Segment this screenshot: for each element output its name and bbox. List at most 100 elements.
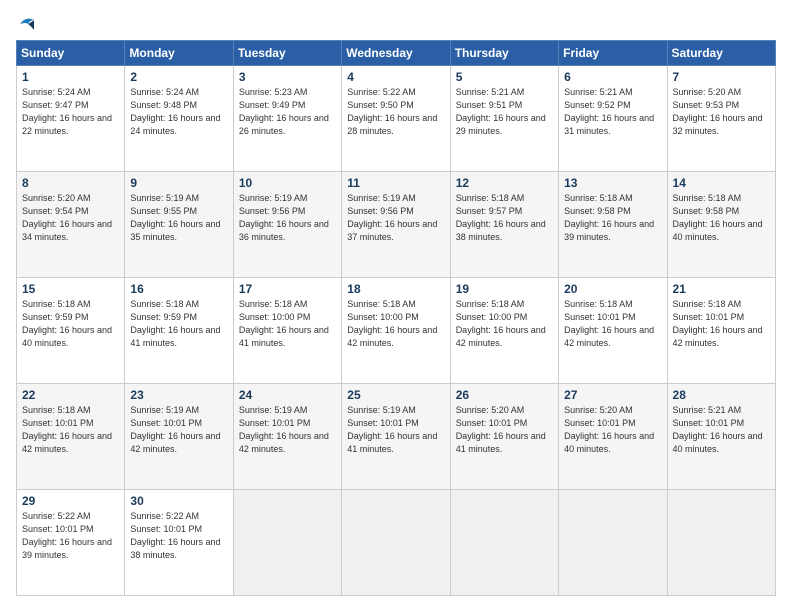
day-info: Sunrise: 5:19 AMSunset: 10:01 PMDaylight… <box>239 404 336 456</box>
calendar-week-row: 1 Sunrise: 5:24 AMSunset: 9:47 PMDayligh… <box>17 66 776 172</box>
calendar-day-cell: 21 Sunrise: 5:18 AMSunset: 10:01 PMDayli… <box>667 278 775 384</box>
calendar-table: SundayMondayTuesdayWednesdayThursdayFrid… <box>16 40 776 596</box>
day-info: Sunrise: 5:18 AMSunset: 10:01 PMDaylight… <box>564 298 661 350</box>
header <box>16 16 776 30</box>
day-number: 15 <box>22 282 119 296</box>
day-number: 6 <box>564 70 661 84</box>
calendar-day-cell: 28 Sunrise: 5:21 AMSunset: 10:01 PMDayli… <box>667 384 775 490</box>
calendar-day-cell <box>233 490 341 596</box>
calendar-week-row: 29 Sunrise: 5:22 AMSunset: 10:01 PMDayli… <box>17 490 776 596</box>
day-info: Sunrise: 5:18 AMSunset: 9:58 PMDaylight:… <box>673 192 770 244</box>
calendar-day-header: Friday <box>559 41 667 66</box>
day-number: 11 <box>347 176 444 190</box>
calendar-header-row: SundayMondayTuesdayWednesdayThursdayFrid… <box>17 41 776 66</box>
day-info: Sunrise: 5:18 AMSunset: 10:00 PMDaylight… <box>347 298 444 350</box>
calendar-day-cell: 13 Sunrise: 5:18 AMSunset: 9:58 PMDaylig… <box>559 172 667 278</box>
day-info: Sunrise: 5:22 AMSunset: 10:01 PMDaylight… <box>22 510 119 562</box>
day-number: 8 <box>22 176 119 190</box>
day-number: 21 <box>673 282 770 296</box>
day-number: 24 <box>239 388 336 402</box>
day-info: Sunrise: 5:24 AMSunset: 9:47 PMDaylight:… <box>22 86 119 138</box>
calendar-day-cell: 11 Sunrise: 5:19 AMSunset: 9:56 PMDaylig… <box>342 172 450 278</box>
calendar-day-cell: 23 Sunrise: 5:19 AMSunset: 10:01 PMDayli… <box>125 384 233 490</box>
day-info: Sunrise: 5:20 AMSunset: 10:01 PMDaylight… <box>564 404 661 456</box>
day-info: Sunrise: 5:18 AMSunset: 9:59 PMDaylight:… <box>130 298 227 350</box>
day-number: 26 <box>456 388 553 402</box>
calendar-week-row: 15 Sunrise: 5:18 AMSunset: 9:59 PMDaylig… <box>17 278 776 384</box>
calendar-day-cell: 12 Sunrise: 5:18 AMSunset: 9:57 PMDaylig… <box>450 172 558 278</box>
day-info: Sunrise: 5:19 AMSunset: 9:56 PMDaylight:… <box>347 192 444 244</box>
calendar-day-cell: 7 Sunrise: 5:20 AMSunset: 9:53 PMDayligh… <box>667 66 775 172</box>
logo-bird-icon <box>18 16 36 32</box>
day-info: Sunrise: 5:18 AMSunset: 10:01 PMDaylight… <box>22 404 119 456</box>
day-info: Sunrise: 5:20 AMSunset: 9:53 PMDaylight:… <box>673 86 770 138</box>
calendar-day-cell: 22 Sunrise: 5:18 AMSunset: 10:01 PMDayli… <box>17 384 125 490</box>
day-number: 7 <box>673 70 770 84</box>
day-info: Sunrise: 5:19 AMSunset: 10:01 PMDaylight… <box>130 404 227 456</box>
calendar-day-cell: 8 Sunrise: 5:20 AMSunset: 9:54 PMDayligh… <box>17 172 125 278</box>
day-number: 12 <box>456 176 553 190</box>
calendar-day-cell: 2 Sunrise: 5:24 AMSunset: 9:48 PMDayligh… <box>125 66 233 172</box>
page: SundayMondayTuesdayWednesdayThursdayFrid… <box>0 0 792 612</box>
day-number: 25 <box>347 388 444 402</box>
day-info: Sunrise: 5:21 AMSunset: 9:52 PMDaylight:… <box>564 86 661 138</box>
day-number: 29 <box>22 494 119 508</box>
calendar-day-cell <box>559 490 667 596</box>
day-number: 17 <box>239 282 336 296</box>
day-info: Sunrise: 5:21 AMSunset: 9:51 PMDaylight:… <box>456 86 553 138</box>
day-info: Sunrise: 5:18 AMSunset: 10:01 PMDaylight… <box>673 298 770 350</box>
calendar-day-cell: 24 Sunrise: 5:19 AMSunset: 10:01 PMDayli… <box>233 384 341 490</box>
day-number: 23 <box>130 388 227 402</box>
day-number: 9 <box>130 176 227 190</box>
calendar-day-cell <box>667 490 775 596</box>
day-info: Sunrise: 5:18 AMSunset: 10:00 PMDaylight… <box>456 298 553 350</box>
calendar-day-cell: 3 Sunrise: 5:23 AMSunset: 9:49 PMDayligh… <box>233 66 341 172</box>
day-info: Sunrise: 5:24 AMSunset: 9:48 PMDaylight:… <box>130 86 227 138</box>
calendar-day-cell: 6 Sunrise: 5:21 AMSunset: 9:52 PMDayligh… <box>559 66 667 172</box>
day-info: Sunrise: 5:18 AMSunset: 9:59 PMDaylight:… <box>22 298 119 350</box>
calendar-day-cell: 30 Sunrise: 5:22 AMSunset: 10:01 PMDayli… <box>125 490 233 596</box>
day-number: 30 <box>130 494 227 508</box>
day-number: 19 <box>456 282 553 296</box>
day-info: Sunrise: 5:23 AMSunset: 9:49 PMDaylight:… <box>239 86 336 138</box>
day-number: 2 <box>130 70 227 84</box>
day-info: Sunrise: 5:22 AMSunset: 9:50 PMDaylight:… <box>347 86 444 138</box>
calendar-day-header: Thursday <box>450 41 558 66</box>
calendar-day-cell: 17 Sunrise: 5:18 AMSunset: 10:00 PMDayli… <box>233 278 341 384</box>
day-number: 14 <box>673 176 770 190</box>
calendar-day-cell: 27 Sunrise: 5:20 AMSunset: 10:01 PMDayli… <box>559 384 667 490</box>
day-info: Sunrise: 5:18 AMSunset: 9:57 PMDaylight:… <box>456 192 553 244</box>
calendar-day-header: Saturday <box>667 41 775 66</box>
day-info: Sunrise: 5:18 AMSunset: 9:58 PMDaylight:… <box>564 192 661 244</box>
day-number: 16 <box>130 282 227 296</box>
day-number: 1 <box>22 70 119 84</box>
day-info: Sunrise: 5:19 AMSunset: 10:01 PMDaylight… <box>347 404 444 456</box>
calendar-day-cell: 29 Sunrise: 5:22 AMSunset: 10:01 PMDayli… <box>17 490 125 596</box>
calendar-week-row: 22 Sunrise: 5:18 AMSunset: 10:01 PMDayli… <box>17 384 776 490</box>
calendar-day-header: Wednesday <box>342 41 450 66</box>
calendar-day-header: Tuesday <box>233 41 341 66</box>
calendar-day-cell <box>342 490 450 596</box>
calendar-day-cell: 19 Sunrise: 5:18 AMSunset: 10:00 PMDayli… <box>450 278 558 384</box>
calendar-week-row: 8 Sunrise: 5:20 AMSunset: 9:54 PMDayligh… <box>17 172 776 278</box>
calendar-day-cell: 9 Sunrise: 5:19 AMSunset: 9:55 PMDayligh… <box>125 172 233 278</box>
calendar-day-cell: 15 Sunrise: 5:18 AMSunset: 9:59 PMDaylig… <box>17 278 125 384</box>
calendar-day-cell: 18 Sunrise: 5:18 AMSunset: 10:00 PMDayli… <box>342 278 450 384</box>
day-info: Sunrise: 5:20 AMSunset: 10:01 PMDaylight… <box>456 404 553 456</box>
calendar-day-cell: 25 Sunrise: 5:19 AMSunset: 10:01 PMDayli… <box>342 384 450 490</box>
calendar-day-cell: 14 Sunrise: 5:18 AMSunset: 9:58 PMDaylig… <box>667 172 775 278</box>
day-number: 28 <box>673 388 770 402</box>
day-number: 20 <box>564 282 661 296</box>
day-number: 4 <box>347 70 444 84</box>
calendar-day-cell: 16 Sunrise: 5:18 AMSunset: 9:59 PMDaylig… <box>125 278 233 384</box>
day-number: 3 <box>239 70 336 84</box>
calendar-day-cell: 26 Sunrise: 5:20 AMSunset: 10:01 PMDayli… <box>450 384 558 490</box>
day-number: 10 <box>239 176 336 190</box>
calendar-day-cell: 10 Sunrise: 5:19 AMSunset: 9:56 PMDaylig… <box>233 172 341 278</box>
calendar-day-cell: 20 Sunrise: 5:18 AMSunset: 10:01 PMDayli… <box>559 278 667 384</box>
day-number: 27 <box>564 388 661 402</box>
calendar-day-cell: 5 Sunrise: 5:21 AMSunset: 9:51 PMDayligh… <box>450 66 558 172</box>
day-number: 13 <box>564 176 661 190</box>
day-info: Sunrise: 5:19 AMSunset: 9:55 PMDaylight:… <box>130 192 227 244</box>
day-info: Sunrise: 5:22 AMSunset: 10:01 PMDaylight… <box>130 510 227 562</box>
